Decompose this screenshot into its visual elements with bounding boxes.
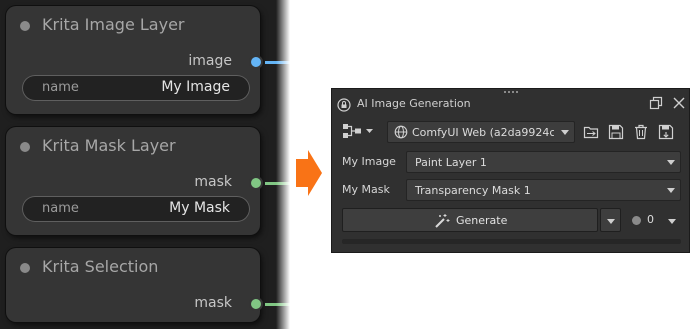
output-label-mask: mask <box>194 174 232 190</box>
node-krita-image-layer[interactable]: Krita Image Layer image name My Image <box>6 6 261 114</box>
server-select[interactable]: ComfyUI Web (a2da9924cbd9 <box>387 121 575 143</box>
wand-icon <box>435 214 450 228</box>
output-port-image[interactable] <box>251 57 261 67</box>
queue-count: 0 <box>647 213 654 226</box>
collapse-dot-icon[interactable] <box>20 21 30 31</box>
node-title: Krita Image Layer <box>42 15 185 34</box>
generate-button[interactable]: Generate <box>342 208 598 232</box>
queue-button[interactable]: 0 <box>632 211 682 229</box>
node-title: Krita Mask Layer <box>42 136 176 155</box>
mask-layer-select[interactable]: Transparency Mask 1 <box>406 179 681 201</box>
folder-icon[interactable] <box>583 124 599 140</box>
node-krita-selection[interactable]: Krita Selection mask <box>6 248 261 322</box>
float-icon[interactable] <box>649 96 663 110</box>
server-select-value: ComfyUI Web (a2da9924cbd9 <box>412 126 554 139</box>
chevron-down-icon <box>668 219 676 224</box>
save-icon[interactable] <box>608 124 624 140</box>
chevron-down-icon <box>607 219 615 224</box>
widget-value: My Mask <box>169 200 230 216</box>
output-label-mask: mask <box>194 295 232 311</box>
image-layer-select[interactable]: Paint Layer 1 <box>406 151 681 173</box>
node-krita-mask-layer[interactable]: Krita Mask Layer mask name My Mask <box>6 127 261 235</box>
canvas-fade <box>276 0 290 329</box>
node-header[interactable]: Krita Image Layer <box>6 6 260 46</box>
docker-title: AI Image Generation <box>357 97 471 110</box>
output-port-mask[interactable] <box>251 178 261 188</box>
generate-label: Generate <box>456 214 508 227</box>
mask-layer-select-value: Transparency Mask 1 <box>415 184 531 197</box>
chevron-down-icon <box>561 130 569 135</box>
progress-bar <box>342 239 681 244</box>
globe-icon <box>394 125 408 139</box>
workflow-icon[interactable] <box>342 123 374 139</box>
trash-icon[interactable] <box>633 124 649 140</box>
generate-options-button[interactable] <box>600 208 621 232</box>
export-icon[interactable] <box>658 124 674 140</box>
docker-titlebar[interactable]: AI Image Generation <box>332 93 689 117</box>
node-canvas[interactable]: Krita Image Layer image name My Image Kr… <box>0 0 290 329</box>
ai-image-generation-docker[interactable]: AI Image Generation ComfyUI Web (a2da992… <box>331 88 690 253</box>
output-port-mask[interactable] <box>251 299 261 309</box>
node-header[interactable]: Krita Mask Layer <box>6 127 260 167</box>
node-header[interactable]: Krita Selection <box>6 248 260 288</box>
queue-status-icon <box>632 216 641 225</box>
arrow-right-icon <box>296 150 322 196</box>
mask-row-label: My Mask <box>342 183 390 196</box>
node-title: Krita Selection <box>42 257 159 276</box>
name-widget[interactable]: name My Image <box>22 75 250 101</box>
image-layer-select-value: Paint Layer 1 <box>415 156 487 169</box>
close-icon[interactable] <box>672 96 686 110</box>
image-row-label: My Image <box>342 155 396 168</box>
lock-icon[interactable] <box>337 98 351 112</box>
output-label-image: image <box>188 53 232 69</box>
chevron-down-icon <box>667 188 675 193</box>
chevron-down-icon <box>667 160 675 165</box>
widget-value: My Image <box>161 79 230 95</box>
widget-label: name <box>42 80 79 95</box>
collapse-dot-icon[interactable] <box>20 263 30 273</box>
collapse-dot-icon[interactable] <box>20 142 30 152</box>
widget-label: name <box>42 201 79 216</box>
name-widget[interactable]: name My Mask <box>22 196 250 222</box>
